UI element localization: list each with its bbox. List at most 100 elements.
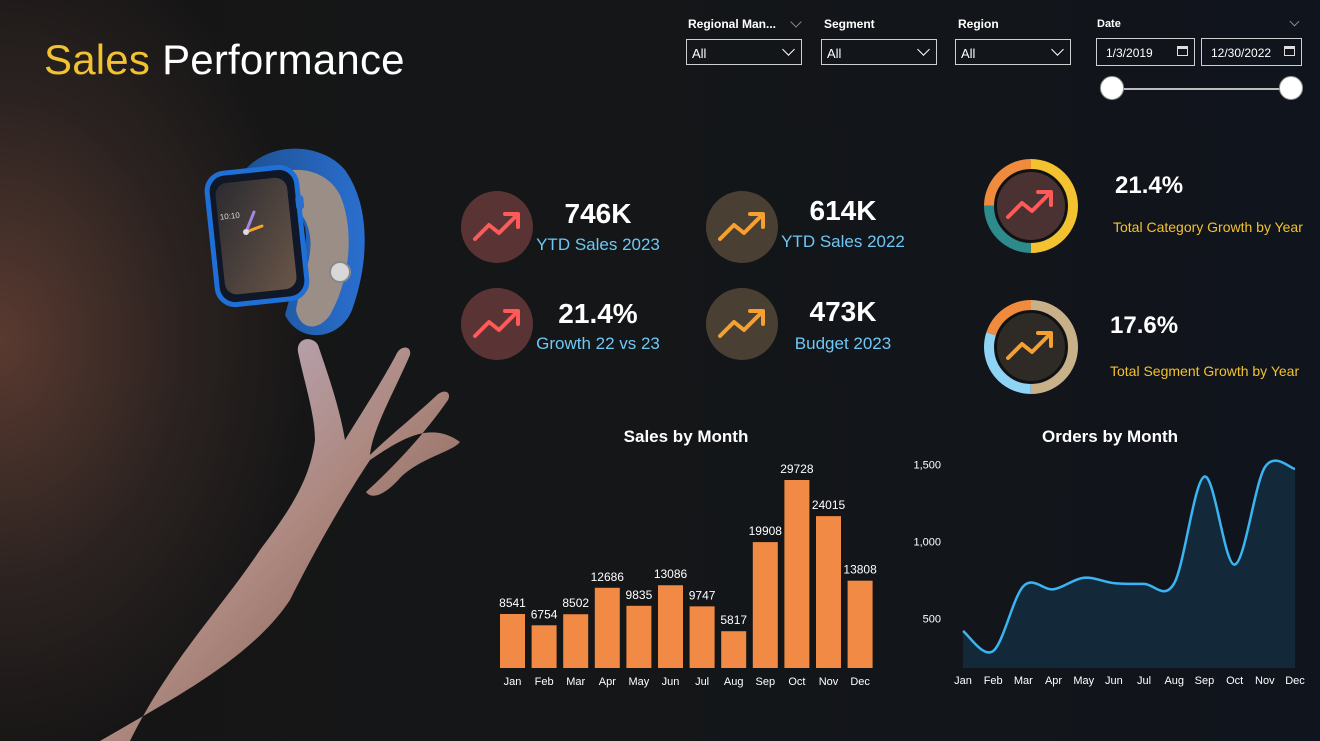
- kpi-value: 473K: [809, 296, 877, 327]
- category-growth-value: 21.4%: [1115, 172, 1184, 199]
- x-tick-label: Aug: [1164, 675, 1184, 687]
- orders-by-month-chart: 500 1,000 1,500 Jan Feb Mar Apr May Jun Jul Aug Sep…: [913, 459, 1305, 687]
- date-end-value: 12/30/2022: [1211, 46, 1272, 60]
- x-tick-label: Nov: [1255, 675, 1275, 687]
- chevron-down-icon: [1051, 43, 1064, 56]
- bar-data-label: 9835: [626, 588, 653, 602]
- x-tick-label: Jan: [954, 675, 972, 687]
- date-range-end-handle[interactable]: [1279, 76, 1303, 100]
- x-tick-label: Jun: [662, 676, 680, 688]
- bar-jun: [658, 585, 683, 668]
- date-end-input[interactable]: 12/30/2022: [1201, 38, 1302, 66]
- bar-data-label: 9747: [689, 588, 716, 602]
- x-tick-label: Jun: [1105, 675, 1123, 687]
- regional-manager-value: All: [692, 46, 707, 61]
- bar-data-label: 6754: [531, 607, 558, 621]
- bar-data-label: 24015: [812, 498, 846, 512]
- x-tick-label: Dec: [1285, 675, 1305, 687]
- x-tick-label: Mar: [566, 676, 585, 688]
- segment-dropdown[interactable]: All: [821, 39, 937, 65]
- bar-apr: [594, 587, 620, 668]
- kpi-label: YTD Sales 2022: [781, 232, 905, 251]
- x-tick-label: Sep: [1195, 675, 1215, 687]
- bar-data-label: 8541: [499, 596, 526, 610]
- x-tick-label: Nov: [819, 676, 839, 688]
- y-tick-label: 1,500: [913, 459, 941, 471]
- y-tick-label: 1,000: [913, 536, 941, 548]
- watch-hand-image: 10:10: [100, 148, 460, 741]
- orders-area-fill: [963, 460, 1295, 668]
- date-range-slider-track[interactable]: [1112, 88, 1292, 90]
- chevron-down-icon: [782, 43, 795, 56]
- category-growth-label: Total Category Growth by Year: [1113, 219, 1303, 235]
- sales-chart-title: Sales by Month: [623, 427, 749, 446]
- segment-growth-label: Total Segment Growth by Year: [1110, 363, 1300, 379]
- bar-data-label: 19908: [749, 524, 783, 538]
- segment-label: Segment: [824, 17, 875, 31]
- regional-manager-label: Regional Man...: [688, 17, 777, 31]
- bar-dec: [847, 580, 873, 668]
- bar-data-label: 8502: [562, 596, 589, 610]
- bar-data-label: 5817: [720, 613, 747, 627]
- x-tick-label: Oct: [1226, 675, 1243, 687]
- regional-manager-dropdown[interactable]: All: [686, 39, 802, 65]
- x-tick-label: Dec: [850, 676, 870, 688]
- x-tick-label: Jul: [695, 676, 709, 688]
- segment-growth-ring: [984, 300, 1078, 394]
- chevron-down-icon[interactable]: [1289, 16, 1300, 27]
- x-tick-label: Oct: [788, 676, 805, 688]
- regional-manager-slicer: Regional Man... All: [686, 14, 802, 65]
- segment-slicer: Segment All: [821, 14, 937, 65]
- region-slicer: Region All: [955, 14, 1071, 65]
- chevron-down-icon: [917, 43, 930, 56]
- page-title: Sales Performance: [44, 36, 405, 84]
- bar-mar: [563, 614, 589, 668]
- x-tick-label: Feb: [984, 675, 1003, 687]
- x-tick-label: Mar: [1014, 675, 1033, 687]
- x-tick-label: Feb: [535, 676, 554, 688]
- bar-data-label: 13086: [654, 567, 688, 581]
- x-tick-label: Apr: [599, 676, 616, 688]
- date-start-input[interactable]: 1/3/2019: [1096, 38, 1195, 66]
- bar-jan: [500, 613, 525, 668]
- bar-data-label: 13808: [843, 563, 877, 577]
- x-tick-label: May: [629, 676, 650, 688]
- x-tick-label: Sep: [756, 676, 776, 688]
- date-label: Date: [1097, 18, 1121, 30]
- bar-sep: [752, 542, 778, 668]
- bar-feb: [531, 625, 557, 668]
- calendar-icon[interactable]: [1177, 46, 1188, 56]
- category-growth-ring: [984, 159, 1078, 253]
- x-tick-label: Jul: [1137, 675, 1151, 687]
- region-label: Region: [958, 17, 999, 31]
- date-start-value: 1/3/2019: [1106, 46, 1153, 60]
- region-dropdown[interactable]: All: [955, 39, 1071, 65]
- bar-oct: [784, 480, 810, 668]
- ring-inner: [995, 311, 1067, 383]
- title-sales: Sales: [44, 36, 151, 83]
- x-tick-label: Apr: [1045, 675, 1062, 687]
- segment-growth-value: 17.6%: [1110, 312, 1179, 339]
- x-tick-label: Aug: [724, 676, 744, 688]
- x-tick-label: Jan: [504, 676, 522, 688]
- ring-inner: [995, 170, 1067, 242]
- x-tick-label: May: [1073, 675, 1094, 687]
- kpi-label: Budget 2023: [794, 334, 892, 353]
- kpi-value: 746K: [564, 198, 632, 229]
- date-range-start-handle[interactable]: [1100, 76, 1124, 100]
- kpi-label: YTD Sales 2023: [536, 235, 660, 254]
- y-tick-label: 500: [923, 614, 941, 626]
- calendar-icon[interactable]: [1284, 46, 1295, 56]
- date-slicer-header: Date: [1097, 14, 1121, 34]
- bar-nov: [816, 516, 841, 668]
- sales-by-month-chart: 8541 Jan 6754 Feb 8502 Mar 12686 Apr 9835 May 1308…: [499, 462, 877, 688]
- orders-chart-title: Orders by Month: [1041, 427, 1178, 446]
- bar-data-label: 29728: [780, 462, 814, 476]
- bar-may: [626, 605, 652, 668]
- kpi-value: 614K: [809, 195, 877, 226]
- bar-aug: [721, 631, 747, 668]
- bar-jul: [689, 606, 715, 668]
- kpi-value: 21.4%: [558, 298, 638, 329]
- title-performance: Performance: [162, 36, 405, 83]
- region-value: All: [961, 46, 976, 61]
